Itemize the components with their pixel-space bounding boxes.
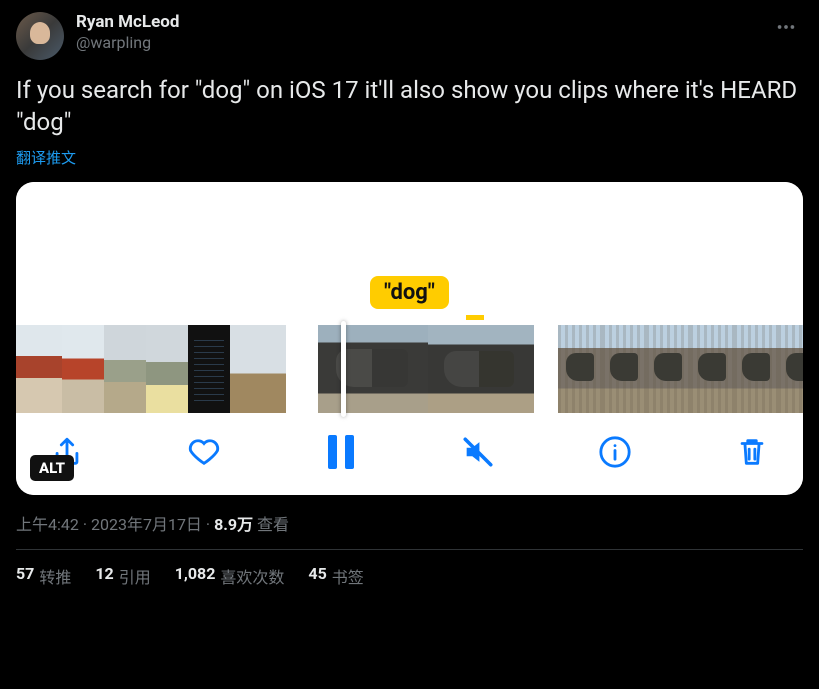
retweets-label: 转推: [39, 564, 71, 588]
bookmarks-label: 书签: [332, 564, 364, 588]
mute-icon: [461, 435, 495, 469]
clip-frame[interactable]: [16, 325, 62, 413]
heart-icon: [187, 435, 221, 469]
views-count: 8.9万: [214, 515, 253, 534]
ellipsis-icon: [775, 16, 797, 38]
clip-frame[interactable]: [146, 325, 188, 413]
clip-frame[interactable]: [62, 325, 104, 413]
trash-icon: [735, 435, 769, 469]
clip-frame[interactable]: [230, 325, 286, 413]
clip-frame[interactable]: [778, 325, 803, 413]
pause-button[interactable]: [320, 431, 362, 473]
quotes-count: 12: [95, 564, 113, 588]
author-display-name: Ryan McLeod: [76, 12, 179, 33]
more-menu-button[interactable]: [769, 12, 803, 42]
media-toolbar: [16, 413, 803, 495]
pause-icon: [328, 435, 354, 469]
tweet-date[interactable]: 2023年7月17日: [91, 515, 202, 534]
translate-link[interactable]: 翻译推文: [16, 147, 76, 168]
author-handle: @warpling: [76, 33, 179, 53]
like-button[interactable]: [183, 431, 225, 473]
highlight-word-tag: "dog": [370, 276, 449, 309]
quotes-stat[interactable]: 12 引用: [95, 564, 150, 588]
video-timeline[interactable]: [16, 325, 803, 413]
info-button[interactable]: [594, 431, 636, 473]
mute-button[interactable]: [457, 431, 499, 473]
likes-stat[interactable]: 1,082 喜欢次数: [175, 564, 285, 588]
likes-count: 1,082: [175, 564, 216, 588]
tweet-time[interactable]: 上午4:42: [16, 515, 79, 534]
media-card[interactable]: "dog": [16, 182, 803, 495]
info-icon: [598, 435, 632, 469]
clip-group-2[interactable]: [318, 325, 534, 413]
alt-badge[interactable]: ALT: [30, 455, 74, 481]
clip-group-1[interactable]: [16, 325, 286, 413]
playhead-marker: [16, 315, 803, 323]
views-label: 查看: [253, 515, 289, 534]
quotes-label: 引用: [119, 564, 151, 588]
avatar[interactable]: [16, 12, 64, 60]
clip-frame[interactable]: [428, 325, 534, 413]
bookmarks-stat[interactable]: 45 书签: [308, 564, 363, 588]
highlight-row: "dog": [16, 276, 803, 315]
clip-frame[interactable]: [646, 325, 690, 413]
playhead[interactable]: [341, 321, 346, 417]
clip-frame[interactable]: [104, 325, 146, 413]
clip-frame[interactable]: [734, 325, 778, 413]
clip-frame[interactable]: [690, 325, 734, 413]
clip-frame[interactable]: [558, 325, 602, 413]
clip-frame[interactable]: [188, 325, 230, 413]
tweet-header: Ryan McLeod @warpling: [16, 12, 803, 60]
clip-frame[interactable]: [318, 325, 428, 413]
retweets-stat[interactable]: 57 转推: [16, 564, 71, 588]
bookmarks-count: 45: [308, 564, 326, 588]
clip-group-3[interactable]: [558, 325, 803, 413]
author-name-block[interactable]: Ryan McLeod @warpling: [76, 12, 179, 53]
tweet-meta: 上午4:42 · 2023年7月17日 · 8.9万 查看: [16, 511, 803, 535]
divider: [16, 549, 803, 550]
retweets-count: 57: [16, 564, 34, 588]
tweet-text: If you search for "dog" on iOS 17 it'll …: [16, 74, 803, 139]
tweet-stats: 57 转推 12 引用 1,082 喜欢次数 45 书签: [16, 564, 803, 588]
likes-label: 喜欢次数: [220, 564, 284, 588]
clip-frame[interactable]: [602, 325, 646, 413]
delete-button[interactable]: [731, 431, 773, 473]
media-top-space: [16, 182, 803, 276]
